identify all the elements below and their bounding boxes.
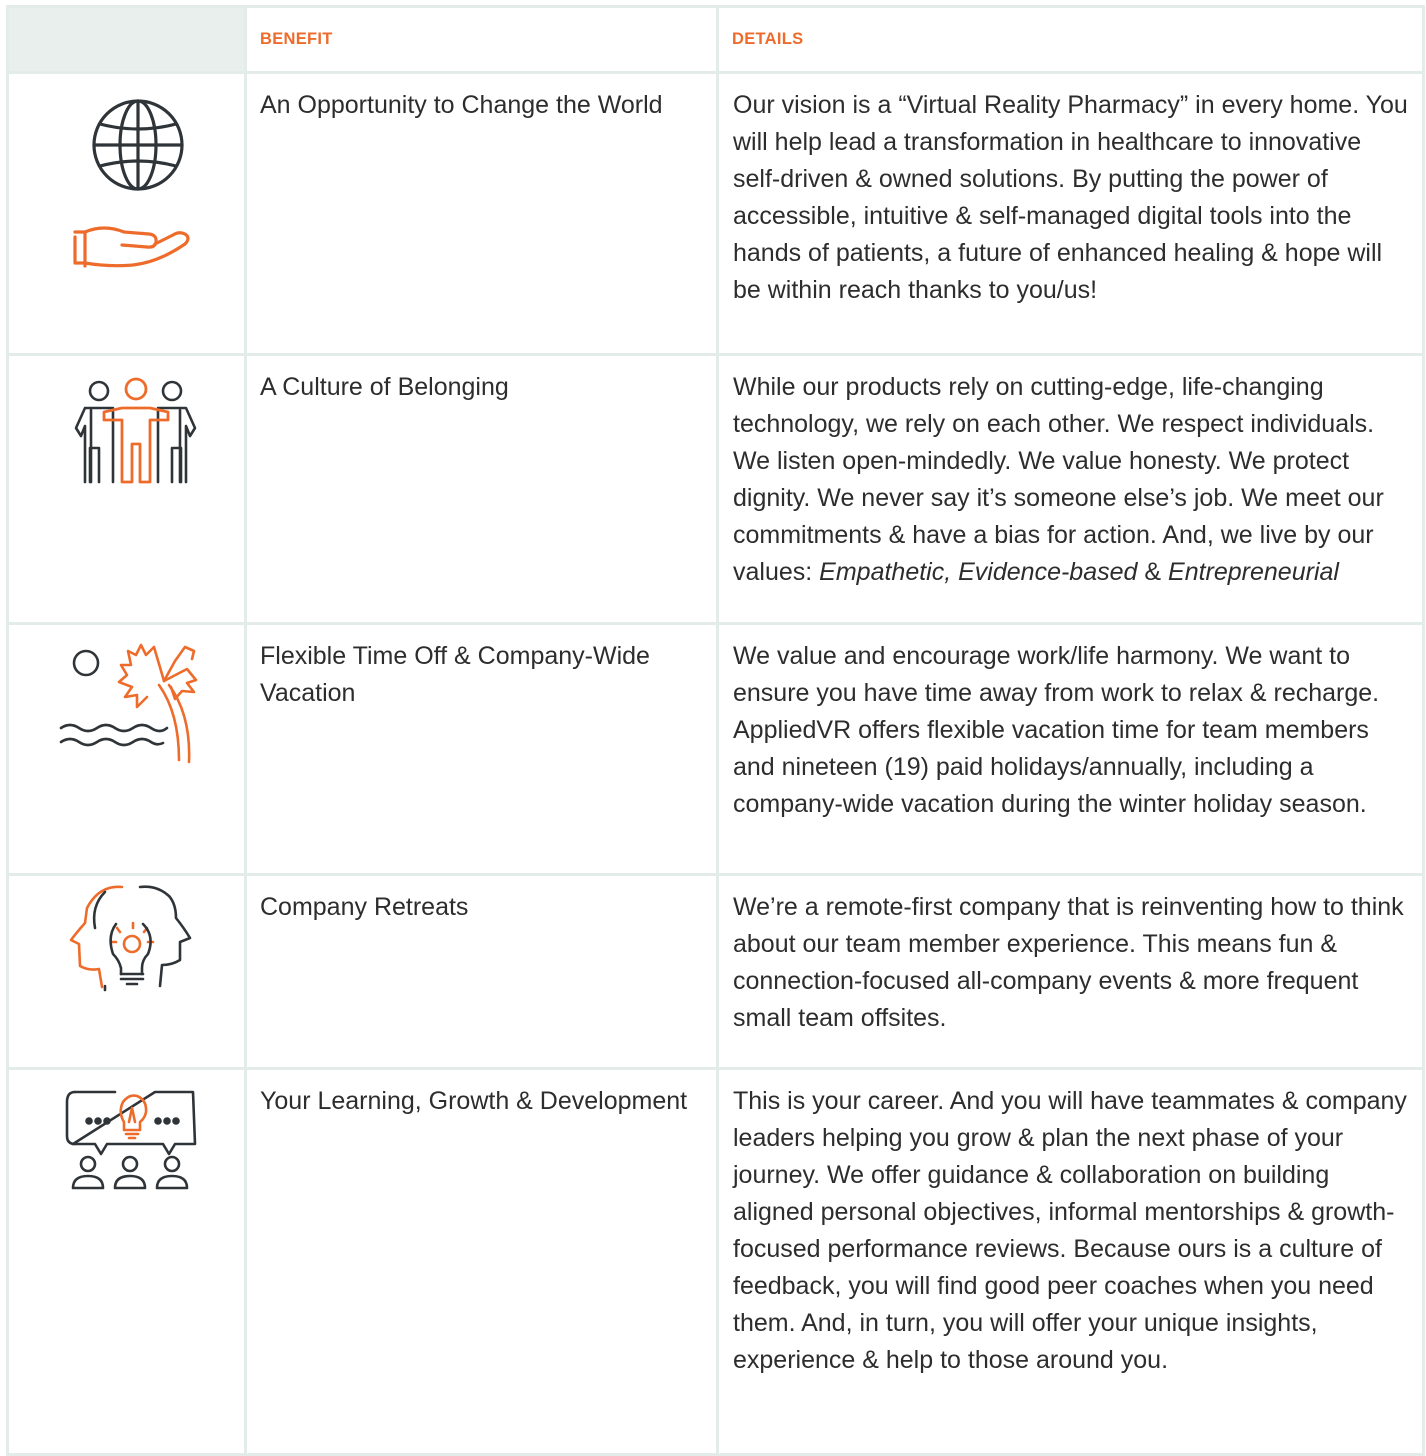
benefit-column-header: BENEFIT xyxy=(244,5,719,74)
table-row: Your Learning, Growth & Development This… xyxy=(6,1067,1425,1456)
table-row: Company Retreats We’re a remote-first co… xyxy=(6,873,1425,1070)
benefit-details: While our products rely on cutting-edge,… xyxy=(716,353,1425,625)
details-column-header: DETAILS xyxy=(716,5,1425,74)
beach-palm-icon xyxy=(59,643,198,764)
table-row: Flexible Time Off & Company-Wide Vacatio… xyxy=(6,622,1425,876)
benefit-title: An Opportunity to Change the World xyxy=(244,71,719,356)
icon-cell xyxy=(6,873,247,1070)
table-header-row: BENEFIT DETAILS xyxy=(6,5,1425,74)
icon-cell xyxy=(6,353,247,625)
values-joiner: & xyxy=(1144,558,1162,586)
benefit-details: We value and encourage work/life harmony… xyxy=(716,622,1425,876)
speech-bubble-team-icon xyxy=(65,1090,197,1190)
details-text: While our products rely on cutting-edge,… xyxy=(733,373,1384,586)
table-row: An Opportunity to Change the World Our v… xyxy=(6,71,1425,356)
heads-lightbulb-icon xyxy=(69,885,192,992)
icon-cell xyxy=(6,71,247,356)
benefit-title: Company Retreats xyxy=(244,873,719,1070)
benefit-title: A Culture of Belonging xyxy=(244,353,719,625)
icon-cell xyxy=(6,622,247,876)
globe-hand-icon xyxy=(73,99,190,268)
value-emphasis: Empathetic, Evidence-based xyxy=(819,558,1138,586)
benefit-title: Flexible Time Off & Company-Wide Vacatio… xyxy=(244,622,719,876)
table-row: A Culture of Belonging While our product… xyxy=(6,353,1425,625)
benefits-table: BENEFIT DETAILS An Opportunity to Change… xyxy=(6,5,1425,1456)
benefit-details: Our vision is a “Virtual Reality Pharmac… xyxy=(716,71,1425,356)
benefit-title: Your Learning, Growth & Development xyxy=(244,1067,719,1456)
team-people-icon xyxy=(74,377,197,484)
icon-cell xyxy=(6,1067,247,1456)
benefit-details: We’re a remote-first company that is rei… xyxy=(716,873,1425,1070)
benefit-details: This is your career. And you will have t… xyxy=(716,1067,1425,1456)
icon-column-header xyxy=(6,5,247,74)
value-emphasis: Entrepreneurial xyxy=(1168,558,1339,586)
